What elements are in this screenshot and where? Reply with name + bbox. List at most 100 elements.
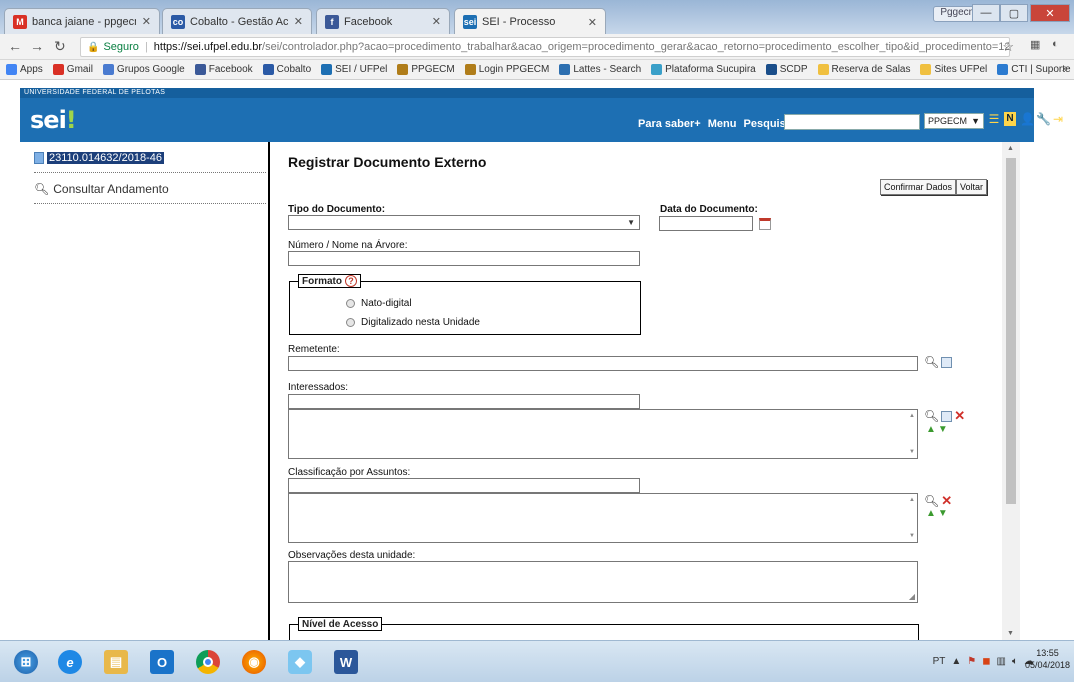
unit-select[interactable]: PPGECM ▼ xyxy=(924,113,984,129)
bookmark-item[interactable]: SCDP xyxy=(765,64,808,75)
browser-tab[interactable]: f Facebook ✕ xyxy=(316,8,450,34)
exit-icon[interactable]: ⇥ xyxy=(1052,112,1064,126)
help-icon[interactable]: ? xyxy=(345,275,357,287)
chevron-up-icon[interactable]: ▲ xyxy=(951,656,961,667)
maximize-button[interactable]: ▢ xyxy=(1000,4,1028,22)
remetente-input[interactable] xyxy=(288,356,918,371)
close-tab-icon[interactable]: ✕ xyxy=(142,15,151,28)
numero-input[interactable] xyxy=(288,251,640,266)
clock[interactable]: 13:55 05/04/2018 xyxy=(1025,647,1070,671)
chrome-icon[interactable] xyxy=(188,645,228,679)
media-icon[interactable]: ◆ xyxy=(280,645,320,679)
browser-tab[interactable]: co Cobalto - Gestão Acadêm ✕ xyxy=(162,8,312,34)
bookmark-star-icon[interactable]: ☆ xyxy=(1002,39,1014,55)
tab-title: Facebook xyxy=(344,15,393,28)
remove-icon[interactable]: ✕ xyxy=(954,408,965,424)
extension-icon[interactable]: ◐ xyxy=(1052,38,1059,50)
radio-digitalizado[interactable]: Digitalizado nesta Unidade xyxy=(346,317,480,328)
bookmark-item[interactable]: Sites UFPel xyxy=(920,64,987,75)
search-icon[interactable]: 🔍︎ xyxy=(924,409,939,423)
reload-icon[interactable]: ↻ xyxy=(54,38,66,55)
bookmark-item[interactable]: Facebook xyxy=(194,64,253,75)
ie-icon[interactable]: e xyxy=(50,645,90,679)
bookmark-item[interactable]: CTI | Suporte xyxy=(997,64,1071,75)
flag-icon[interactable]: ⚑ xyxy=(967,656,976,667)
bookmark-icon xyxy=(765,64,777,75)
sei-search-input[interactable] xyxy=(784,114,920,130)
arrow-up-icon[interactable]: ▲ xyxy=(926,508,936,519)
close-window-button[interactable]: ✕ xyxy=(1030,4,1070,22)
bookmark-item[interactable]: Cobalto xyxy=(262,64,311,75)
process-link[interactable]: 23110.014632/2018-46 xyxy=(34,152,164,164)
process-tree-panel: 23110.014632/2018-46 🔍︎ Consultar Andame… xyxy=(20,142,270,640)
confirm-button[interactable]: Confirmar Dados xyxy=(880,179,957,195)
outlook-icon[interactable]: O xyxy=(142,645,182,679)
extension-icon[interactable]: ▦ xyxy=(1030,38,1040,51)
edit-icon[interactable] xyxy=(941,356,953,368)
arrow-down-icon[interactable]: ▼ xyxy=(938,424,948,435)
bookmark-icon xyxy=(920,64,932,75)
sei-logo[interactable]: sei! xyxy=(30,106,77,134)
volume-icon[interactable]: 🔈︎ xyxy=(1012,656,1018,667)
interessados-input[interactable] xyxy=(288,394,640,409)
language-indicator[interactable]: PT xyxy=(933,656,946,667)
scrollbar-thumb[interactable] xyxy=(1006,158,1016,504)
bookmark-item[interactable]: Plataforma Sucupira xyxy=(651,64,756,75)
browser-tab[interactable]: sei SEI - Processo ✕ xyxy=(454,8,606,35)
radio-nato-digital[interactable]: Nato-digital xyxy=(346,298,412,309)
date-input[interactable] xyxy=(659,216,753,231)
close-tab-icon[interactable]: ✕ xyxy=(294,15,303,28)
word-icon[interactable]: W xyxy=(326,645,366,679)
tipo-select[interactable]: ▼ xyxy=(288,215,640,230)
firefox-icon[interactable]: ◉ xyxy=(234,645,274,679)
minimize-button[interactable]: — xyxy=(972,4,1000,22)
tools-icon[interactable]: 🔧 xyxy=(1036,112,1051,126)
search-icon[interactable]: 🔍︎ xyxy=(924,355,939,369)
bookmark-item[interactable]: Reserva de Salas xyxy=(817,64,910,75)
observacoes-textarea[interactable]: ◢ xyxy=(288,561,918,603)
back-arrow-icon[interactable]: ← xyxy=(8,38,22,54)
bookmark-item[interactable]: SEI / UFPel xyxy=(321,64,387,75)
bookmarks-bar: Apps Gmail Grupos Google Facebook Cobalto SEI… xyxy=(0,60,1074,80)
bookmark-icon xyxy=(464,64,476,75)
classificacao-input[interactable] xyxy=(288,478,640,493)
nav-para-saber[interactable]: Para saber+ xyxy=(638,118,701,130)
bookmark-item[interactable]: Apps xyxy=(6,64,43,75)
list-icon[interactable]: ☰ xyxy=(988,112,1000,126)
edit-icon[interactable] xyxy=(941,410,953,422)
calendar-icon[interactable] xyxy=(759,218,771,230)
bookmark-item[interactable]: PPGECM xyxy=(397,64,455,75)
back-button[interactable]: Voltar xyxy=(956,179,988,195)
close-tab-icon[interactable]: ✕ xyxy=(432,15,441,28)
resize-handle[interactable]: ◢ xyxy=(909,592,915,601)
bookmark-item[interactable]: Grupos Google xyxy=(102,64,185,75)
notes-icon[interactable]: N xyxy=(1004,112,1016,126)
windows-taskbar: ⊞ e ▤ O ◉ ◆ W PT ▲ ⚑ ◼ ▥ 🔈︎ ☁ 13:55 05/0… xyxy=(0,640,1074,682)
classificacao-label: Classificação por Assuntos: xyxy=(288,467,411,478)
search-icon[interactable]: 🔍︎ xyxy=(924,494,939,508)
nav-menu[interactable]: Menu xyxy=(708,118,737,130)
browser-tab[interactable]: Mbanca jaiane - ppgecmu ✕ xyxy=(4,8,160,34)
start-button[interactable]: ⊞ xyxy=(6,645,46,679)
arrow-down-icon[interactable]: ▼ xyxy=(938,508,948,519)
user-icon[interactable]: 👤 xyxy=(1020,112,1035,126)
observacoes-label: Observações desta unidade: xyxy=(288,550,416,561)
bookmark-item[interactable]: Lattes - Search xyxy=(559,64,641,75)
remove-icon[interactable]: ✕ xyxy=(941,493,952,509)
gmail-icon: M xyxy=(13,14,27,29)
interessados-list[interactable]: ▲ ▼ xyxy=(288,409,918,459)
page-scrollbar[interactable]: ▲ ▼ xyxy=(1002,142,1020,640)
tipo-label: Tipo do Documento: xyxy=(288,204,386,215)
close-tab-icon[interactable]: ✕ xyxy=(588,16,597,29)
bookmarks-overflow[interactable]: » xyxy=(1062,63,1068,75)
explorer-icon[interactable]: ▤ xyxy=(96,645,136,679)
forward-arrow-icon[interactable]: → xyxy=(30,38,44,54)
bookmark-item[interactable]: Login PPGECM xyxy=(464,64,549,75)
app-tray-icon[interactable]: ◼ xyxy=(982,656,990,667)
bookmark-item[interactable]: Gmail xyxy=(52,64,93,75)
network-icon[interactable]: ▥ xyxy=(997,656,1006,667)
url-input[interactable]: 🔒 Seguro | https://sei.ufpel.edu.br/sei/… xyxy=(80,37,1010,57)
arrow-up-icon[interactable]: ▲ xyxy=(926,424,936,435)
consult-progress-link[interactable]: 🔍︎ Consultar Andamento xyxy=(34,182,169,196)
classificacao-list[interactable]: ▲ ▼ xyxy=(288,493,918,543)
